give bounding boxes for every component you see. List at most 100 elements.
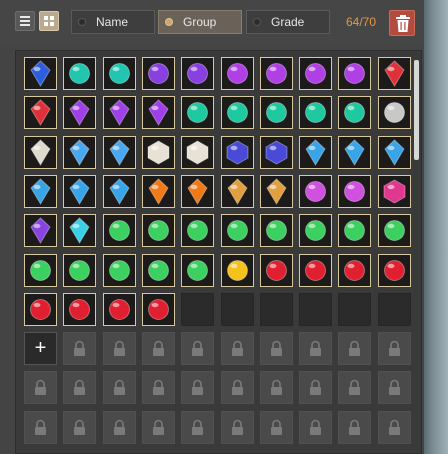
inventory-item-slot[interactable] bbox=[103, 175, 136, 208]
inventory-item-slot[interactable] bbox=[299, 214, 332, 247]
inventory-item-slot[interactable] bbox=[260, 214, 293, 247]
locked-slot[interactable] bbox=[181, 332, 214, 365]
inventory-item-slot[interactable] bbox=[181, 254, 214, 287]
inventory-item-slot[interactable] bbox=[378, 136, 411, 169]
locked-slot[interactable] bbox=[260, 371, 293, 404]
inventory-item-slot[interactable] bbox=[299, 57, 332, 90]
inventory-item-slot[interactable] bbox=[142, 254, 175, 287]
inventory-item-slot[interactable] bbox=[338, 136, 371, 169]
inventory-item-slot[interactable] bbox=[338, 254, 371, 287]
inventory-item-slot[interactable] bbox=[378, 57, 411, 90]
locked-slot[interactable] bbox=[142, 371, 175, 404]
locked-slot[interactable] bbox=[63, 332, 96, 365]
inventory-item-slot[interactable] bbox=[260, 136, 293, 169]
inventory-item-slot[interactable] bbox=[24, 254, 57, 287]
inventory-item-slot[interactable] bbox=[142, 214, 175, 247]
inventory-item-slot[interactable] bbox=[260, 254, 293, 287]
empty-slot[interactable] bbox=[260, 293, 293, 326]
locked-slot[interactable] bbox=[378, 411, 411, 444]
inventory-item-slot[interactable] bbox=[142, 293, 175, 326]
inventory-item-slot[interactable] bbox=[24, 136, 57, 169]
inventory-item-slot[interactable] bbox=[338, 57, 371, 90]
trash-button[interactable] bbox=[389, 10, 415, 36]
locked-slot[interactable] bbox=[260, 411, 293, 444]
inventory-item-slot[interactable] bbox=[221, 214, 254, 247]
inventory-item-slot[interactable] bbox=[260, 57, 293, 90]
inventory-item-slot[interactable] bbox=[103, 254, 136, 287]
locked-slot[interactable] bbox=[299, 411, 332, 444]
inventory-item-slot[interactable] bbox=[181, 96, 214, 129]
locked-slot[interactable] bbox=[181, 411, 214, 444]
locked-slot[interactable] bbox=[338, 411, 371, 444]
inventory-item-slot[interactable] bbox=[181, 136, 214, 169]
sort-by-group-button[interactable]: Group bbox=[158, 10, 242, 34]
inventory-item-slot[interactable] bbox=[299, 175, 332, 208]
inventory-item-slot[interactable] bbox=[63, 57, 96, 90]
locked-slot[interactable] bbox=[24, 371, 57, 404]
inventory-item-slot[interactable] bbox=[299, 136, 332, 169]
inventory-item-slot[interactable] bbox=[142, 96, 175, 129]
inventory-item-slot[interactable] bbox=[378, 175, 411, 208]
locked-slot[interactable] bbox=[299, 332, 332, 365]
inventory-item-slot[interactable] bbox=[63, 214, 96, 247]
sort-by-grade-button[interactable]: Grade bbox=[246, 10, 330, 34]
locked-slot[interactable] bbox=[142, 332, 175, 365]
inventory-item-slot[interactable] bbox=[260, 175, 293, 208]
locked-slot[interactable] bbox=[260, 332, 293, 365]
inventory-item-slot[interactable] bbox=[338, 175, 371, 208]
inventory-item-slot[interactable] bbox=[378, 214, 411, 247]
locked-slot[interactable] bbox=[221, 411, 254, 444]
empty-slot[interactable] bbox=[338, 293, 371, 326]
inventory-item-slot[interactable] bbox=[181, 57, 214, 90]
inventory-item-slot[interactable] bbox=[103, 136, 136, 169]
list-view-button[interactable] bbox=[15, 11, 35, 31]
add-slot-button[interactable]: + bbox=[24, 332, 57, 365]
grid-view-button[interactable] bbox=[39, 11, 59, 31]
inventory-item-slot[interactable] bbox=[221, 254, 254, 287]
inventory-item-slot[interactable] bbox=[63, 136, 96, 169]
sort-by-name-button[interactable]: Name bbox=[71, 10, 155, 34]
locked-slot[interactable] bbox=[63, 411, 96, 444]
inventory-item-slot[interactable] bbox=[338, 96, 371, 129]
locked-slot[interactable] bbox=[103, 332, 136, 365]
inventory-item-slot[interactable] bbox=[221, 136, 254, 169]
locked-slot[interactable] bbox=[103, 371, 136, 404]
inventory-item-slot[interactable] bbox=[338, 214, 371, 247]
inventory-item-slot[interactable] bbox=[221, 175, 254, 208]
inventory-item-slot[interactable] bbox=[378, 254, 411, 287]
inventory-item-slot[interactable] bbox=[63, 175, 96, 208]
locked-slot[interactable] bbox=[181, 371, 214, 404]
locked-slot[interactable] bbox=[221, 332, 254, 365]
inventory-item-slot[interactable] bbox=[63, 254, 96, 287]
empty-slot[interactable] bbox=[378, 293, 411, 326]
locked-slot[interactable] bbox=[378, 332, 411, 365]
inventory-item-slot[interactable] bbox=[142, 57, 175, 90]
inventory-item-slot[interactable] bbox=[260, 96, 293, 129]
locked-slot[interactable] bbox=[63, 371, 96, 404]
empty-slot[interactable] bbox=[299, 293, 332, 326]
inventory-item-slot[interactable] bbox=[24, 175, 57, 208]
inventory-item-slot[interactable] bbox=[103, 96, 136, 129]
inventory-item-slot[interactable] bbox=[24, 293, 57, 326]
locked-slot[interactable] bbox=[338, 332, 371, 365]
inventory-item-slot[interactable] bbox=[221, 96, 254, 129]
inventory-item-slot[interactable] bbox=[378, 96, 411, 129]
inventory-item-slot[interactable] bbox=[24, 96, 57, 129]
inventory-item-slot[interactable] bbox=[181, 175, 214, 208]
inventory-item-slot[interactable] bbox=[221, 57, 254, 90]
locked-slot[interactable] bbox=[24, 411, 57, 444]
locked-slot[interactable] bbox=[378, 371, 411, 404]
empty-slot[interactable] bbox=[221, 293, 254, 326]
inventory-item-slot[interactable] bbox=[63, 96, 96, 129]
inventory-item-slot[interactable] bbox=[299, 254, 332, 287]
inventory-item-slot[interactable] bbox=[63, 293, 96, 326]
inventory-item-slot[interactable] bbox=[142, 175, 175, 208]
empty-slot[interactable] bbox=[181, 293, 214, 326]
inventory-item-slot[interactable] bbox=[181, 214, 214, 247]
inventory-item-slot[interactable] bbox=[24, 57, 57, 90]
inventory-item-slot[interactable] bbox=[103, 57, 136, 90]
inventory-item-slot[interactable] bbox=[142, 136, 175, 169]
locked-slot[interactable] bbox=[338, 371, 371, 404]
inventory-item-slot[interactable] bbox=[103, 293, 136, 326]
locked-slot[interactable] bbox=[142, 411, 175, 444]
